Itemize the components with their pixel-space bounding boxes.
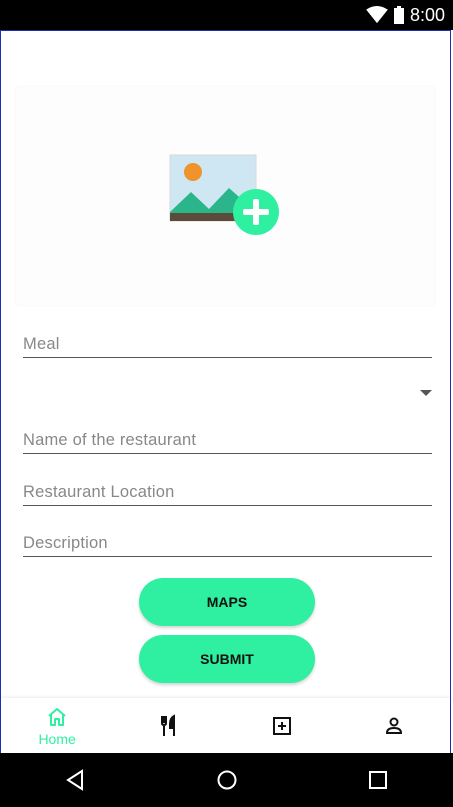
nav-restaurant[interactable]	[113, 698, 225, 754]
wifi-icon	[366, 6, 388, 24]
home-icon	[48, 708, 66, 726]
status-bar: 8:00	[0, 0, 453, 30]
battery-icon	[393, 6, 404, 24]
meal-field[interactable]: Meal	[23, 335, 432, 358]
system-navigation-bar	[0, 753, 453, 807]
recents-icon[interactable]	[366, 768, 390, 792]
nav-profile[interactable]	[338, 698, 450, 754]
bottom-navigation: Home	[1, 698, 450, 754]
nav-home-label: Home	[38, 731, 76, 747]
home-circle-icon[interactable]	[215, 768, 239, 792]
image-picker[interactable]	[16, 87, 434, 305]
restaurant-name-field[interactable]: Name of the restaurant	[23, 431, 432, 454]
description-field[interactable]: Description	[23, 534, 432, 557]
nav-home[interactable]: Home	[1, 698, 113, 754]
back-icon[interactable]	[64, 768, 88, 792]
restaurant-location-field[interactable]: Restaurant Location	[23, 483, 432, 506]
nav-add[interactable]	[226, 698, 338, 754]
restaurant-icon	[161, 714, 176, 736]
app-screen: Meal Name of the restaurant Restaurant L…	[0, 30, 451, 754]
dropdown-arrow-icon	[420, 390, 432, 396]
description-placeholder: Description	[23, 534, 108, 552]
person-icon	[385, 717, 402, 734]
meal-placeholder: Meal	[23, 335, 60, 353]
submit-button[interactable]: SUBMIT	[139, 635, 315, 683]
category-dropdown[interactable]	[23, 381, 432, 405]
maps-button[interactable]: MAPS	[139, 578, 315, 626]
restaurant-name-placeholder: Name of the restaurant	[23, 431, 197, 449]
add-box-icon	[272, 717, 291, 735]
status-time: 8:00	[409, 4, 445, 25]
add-photo-icon	[169, 154, 279, 235]
restaurant-location-placeholder: Restaurant Location	[23, 483, 175, 501]
